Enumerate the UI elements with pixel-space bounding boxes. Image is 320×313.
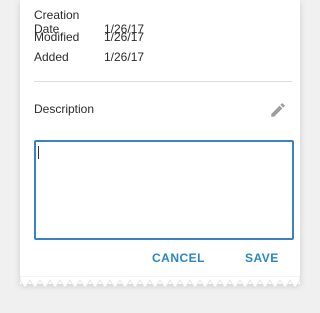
save-button[interactable]: SAVE (245, 251, 279, 265)
screen: Creation Date 1/26/17 Modified 1/26/17 Add… (0, 0, 320, 313)
added-value: 1/26/17 (104, 50, 145, 64)
modified-label: Modified (34, 30, 80, 44)
description-label: Description (34, 102, 95, 116)
torn-edge (20, 276, 300, 289)
section-divider (34, 81, 292, 82)
details-card: Creation Date 1/26/17 Modified 1/26/17 Add… (20, 0, 300, 284)
text-caret (38, 146, 39, 159)
modified-row: Modified 1/26/17 (34, 30, 144, 44)
pencil-icon[interactable] (269, 101, 287, 119)
description-input[interactable] (34, 140, 294, 240)
cancel-button[interactable]: CANCEL (152, 251, 205, 265)
modified-value: 1/26/17 (104, 30, 145, 44)
added-row: Added 1/26/17 (34, 50, 144, 64)
added-label: Added (34, 50, 69, 64)
